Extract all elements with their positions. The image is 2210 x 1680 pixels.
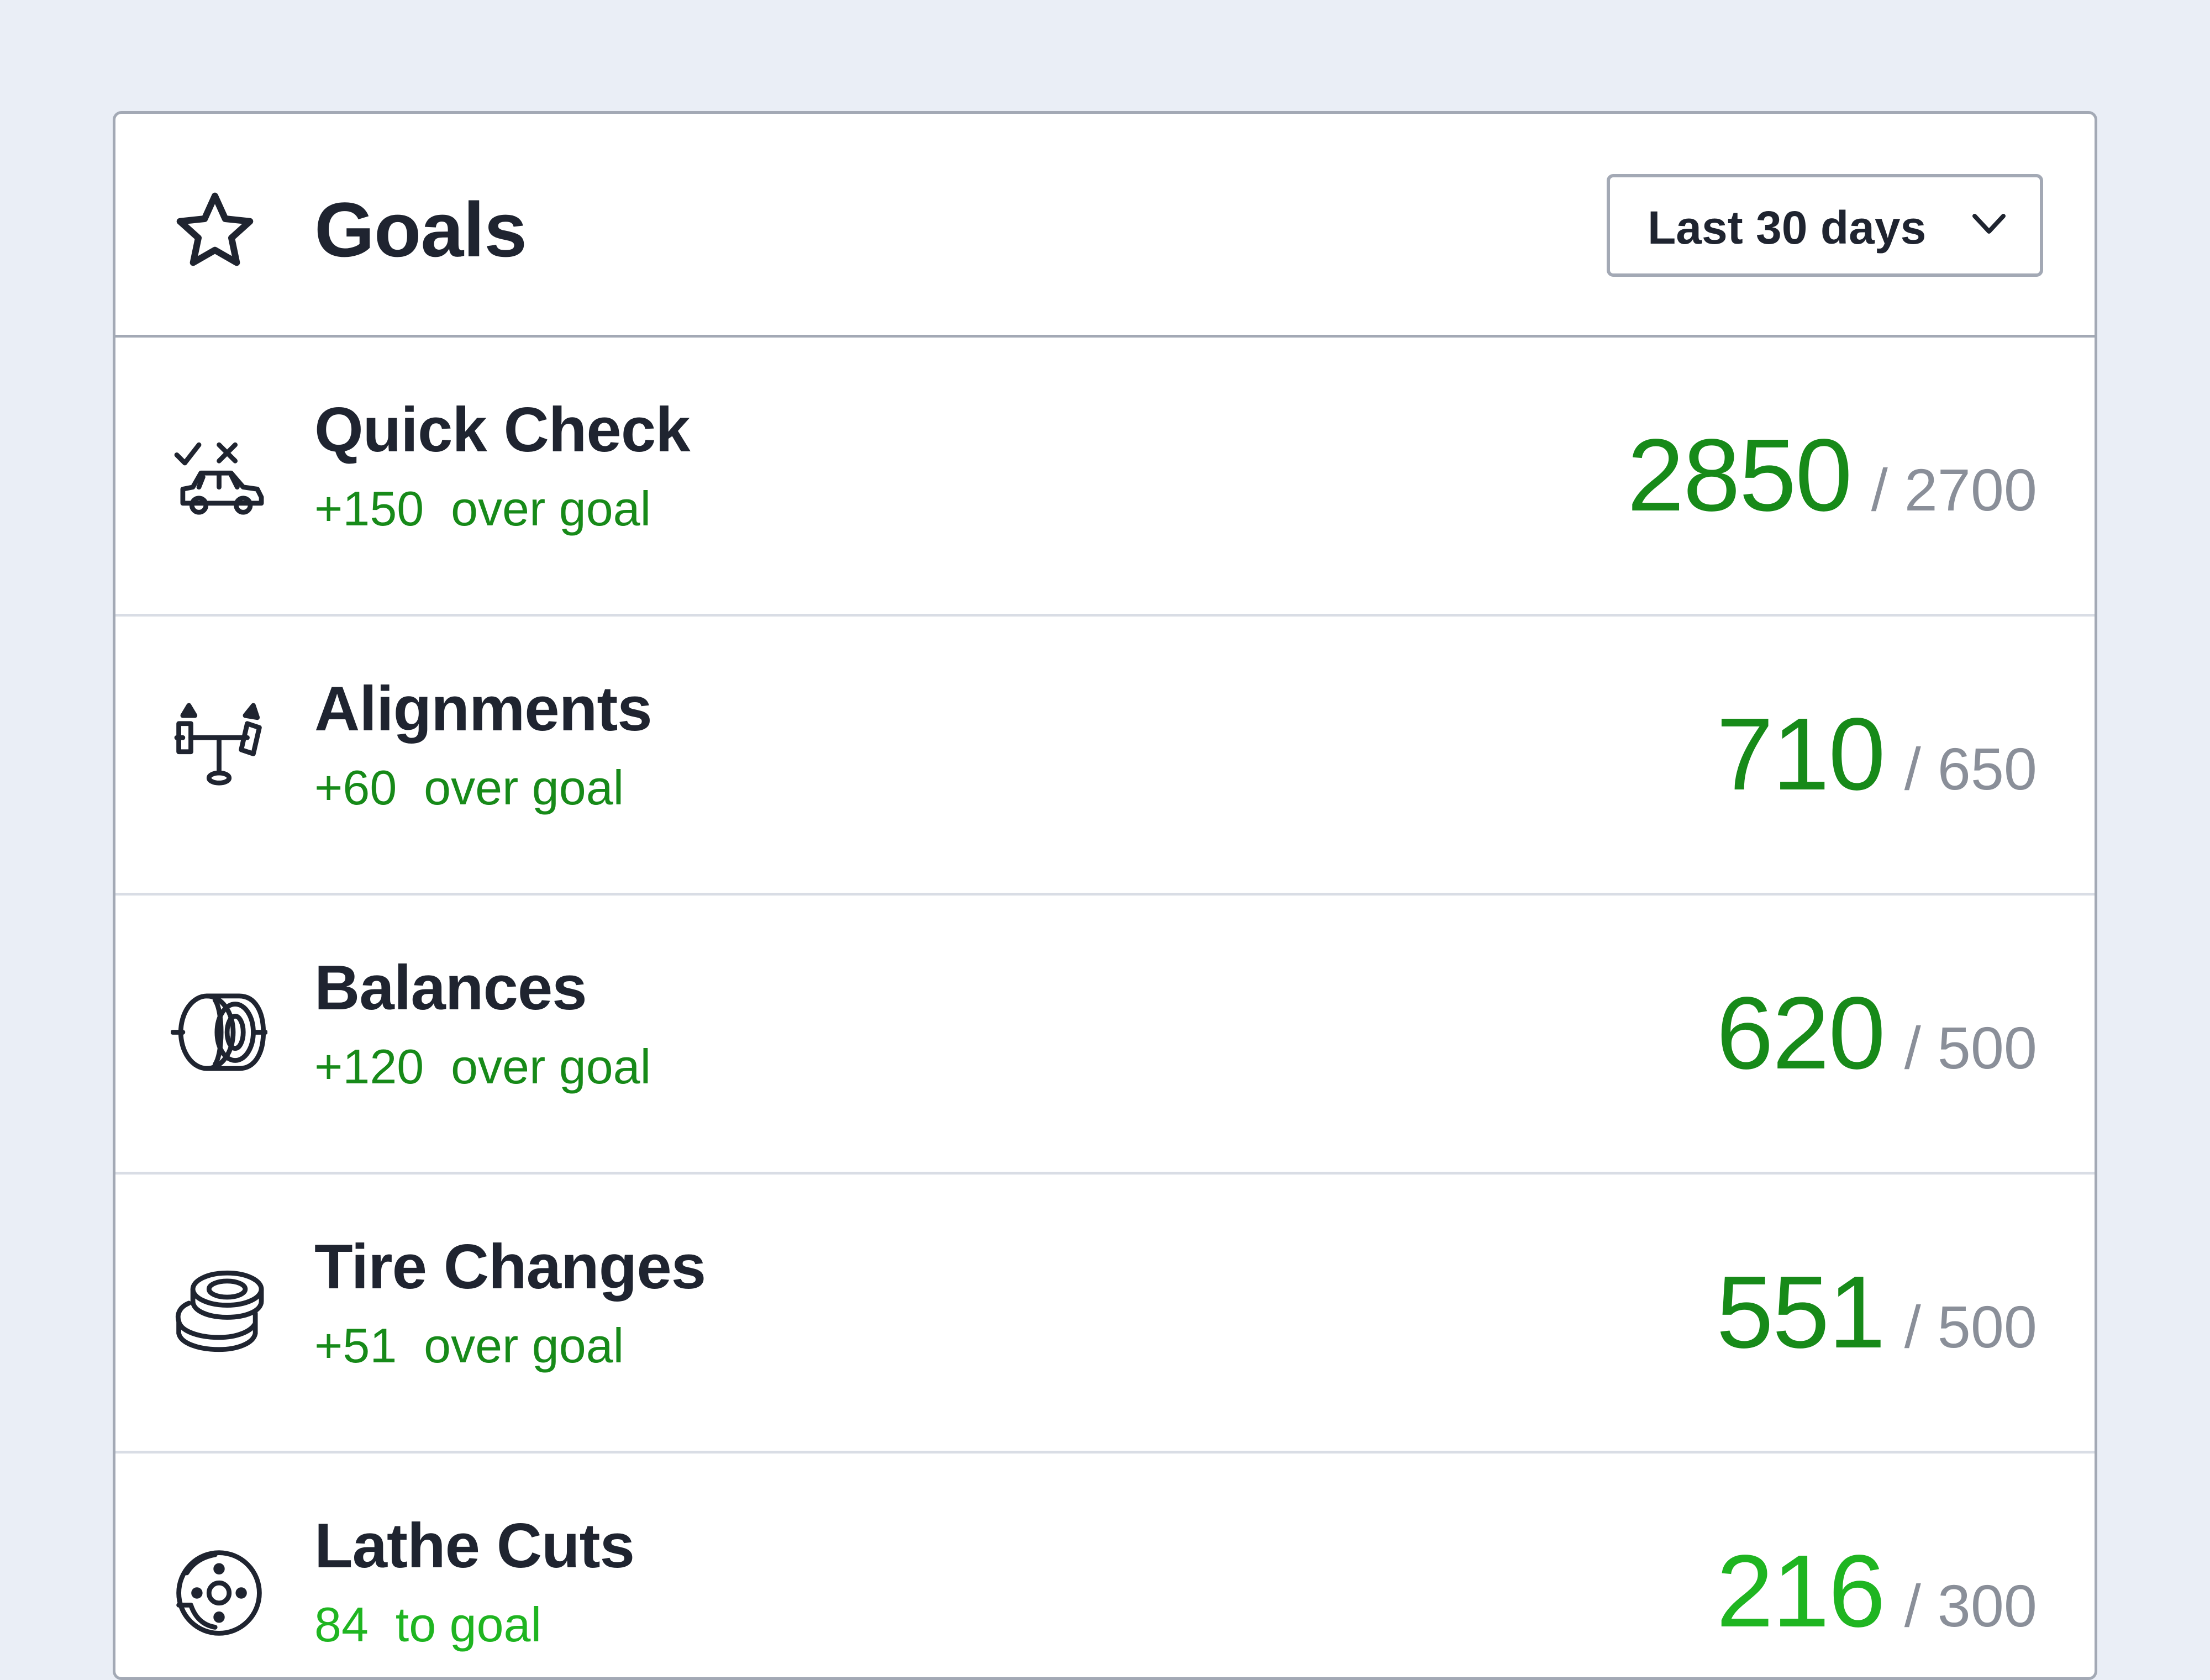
goal-target: / 650 bbox=[1904, 735, 2037, 802]
goal-delta: +51 over goal bbox=[314, 1318, 624, 1373]
goal-row-quick-check[interactable]: Quick Check +150 over goal 2850 / 2700 bbox=[115, 338, 2095, 617]
goal-target: / 500 bbox=[1904, 1293, 2037, 1360]
goal-value: 620 bbox=[1716, 976, 1885, 1091]
goal-value: 710 bbox=[1716, 697, 1885, 812]
goal-delta: +150 over goal bbox=[314, 481, 651, 536]
goal-delta: +60 over goal bbox=[314, 760, 624, 815]
date-range-value: Last 30 days bbox=[1648, 202, 1927, 254]
goal-row-tire-changes[interactable]: Tire Changes +51 over goal 551 / 500 bbox=[115, 1175, 2095, 1453]
tire-balance-icon bbox=[171, 984, 267, 1081]
brake-rotor-icon bbox=[171, 1545, 267, 1641]
date-range-select[interactable]: Last 30 days bbox=[1607, 174, 2043, 277]
goal-target: / 500 bbox=[1904, 1014, 2037, 1081]
goal-target: / 2700 bbox=[1871, 456, 2037, 523]
goal-delta: +120 over goal bbox=[314, 1039, 651, 1094]
goals-card: Goals Last 30 days Quick Check +150 over… bbox=[113, 111, 2097, 1680]
goal-progress: 620 / 500 bbox=[1716, 978, 2037, 1089]
goal-row-lathe-cuts[interactable]: Lathe Cuts 84 to goal 216 / 300 bbox=[115, 1453, 2095, 1677]
goal-name: Quick Check bbox=[314, 395, 691, 465]
chevron-down-icon bbox=[1971, 213, 2007, 237]
goal-value: 551 bbox=[1716, 1255, 1885, 1370]
goal-progress: 551 / 500 bbox=[1716, 1257, 2037, 1368]
goal-value: 2850 bbox=[1627, 418, 1853, 533]
page-title: Goals bbox=[314, 186, 527, 273]
car-check-icon bbox=[171, 429, 267, 525]
star-icon bbox=[171, 187, 259, 275]
alignment-icon bbox=[171, 699, 267, 796]
goal-progress: 216 / 300 bbox=[1716, 1536, 2037, 1647]
goal-name: Tire Changes bbox=[314, 1232, 706, 1302]
goal-target: / 300 bbox=[1904, 1572, 2037, 1639]
goal-progress: 710 / 650 bbox=[1716, 699, 2037, 810]
goal-row-balances[interactable]: Balances +120 over goal 620 / 500 bbox=[115, 896, 2095, 1175]
goal-progress: 2850 / 2700 bbox=[1627, 420, 2037, 531]
goal-row-alignments[interactable]: Alignments +60 over goal 710 / 650 bbox=[115, 617, 2095, 896]
goal-value: 216 bbox=[1716, 1534, 1885, 1649]
goal-name: Alignments bbox=[314, 674, 653, 744]
goal-delta: 84 to goal bbox=[314, 1597, 541, 1652]
tire-stack-icon bbox=[171, 1263, 267, 1360]
card-header: Goals Last 30 days bbox=[115, 114, 2095, 338]
goal-name: Balances bbox=[314, 953, 587, 1023]
goal-name: Lathe Cuts bbox=[314, 1511, 635, 1581]
